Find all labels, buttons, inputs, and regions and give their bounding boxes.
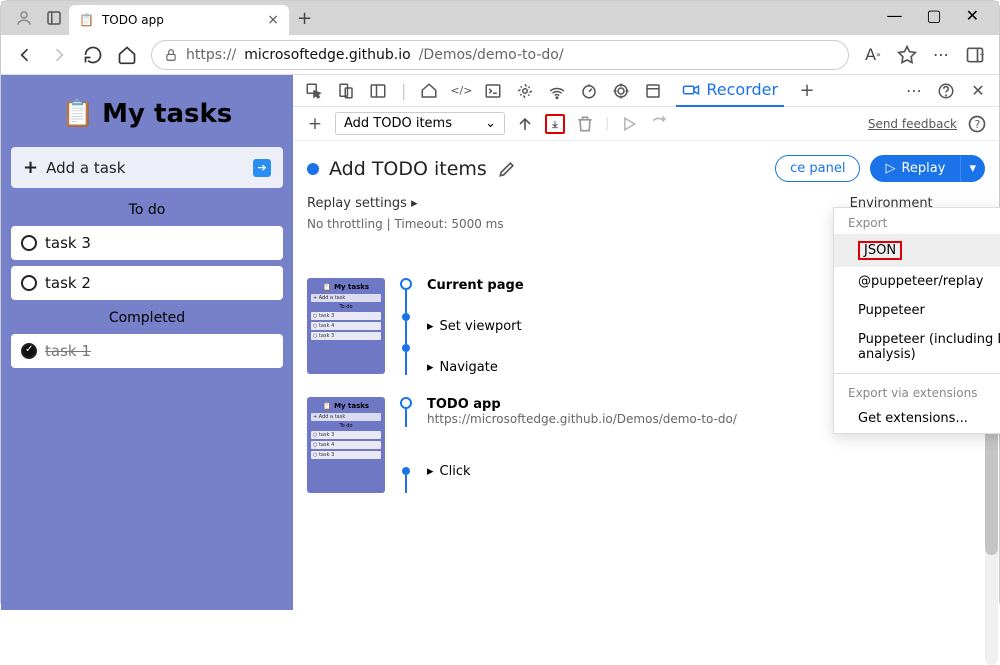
- url-path: /Demos/demo-to-do/: [419, 47, 564, 63]
- clipboard-icon: 📋: [62, 99, 94, 129]
- export-puppeteer-replay-item[interactable]: @puppeteer/replay: [834, 267, 1000, 296]
- checkbox-icon[interactable]: [21, 235, 37, 251]
- todo-header: To do: [11, 198, 283, 226]
- plus-icon: +: [23, 157, 38, 178]
- step-substep[interactable]: ▸Click: [427, 464, 955, 479]
- minimize-icon[interactable]: —: [886, 6, 902, 25]
- delete-icon[interactable]: [575, 114, 595, 134]
- elements-icon[interactable]: </>: [452, 82, 470, 100]
- edit-title-icon[interactable]: [497, 159, 517, 179]
- read-aloud-icon[interactable]: A»: [863, 45, 883, 65]
- submit-task-icon[interactable]: ➔: [253, 159, 271, 177]
- tabs-icon[interactable]: [45, 9, 63, 27]
- devtools-tabbar: | </> Recorder + ⋯ ✕: [293, 75, 999, 107]
- svg-text:?: ?: [975, 118, 981, 131]
- devtools-panel: | </> Recorder + ⋯ ✕ + Add TODO items: [293, 75, 999, 610]
- chevron-down-icon: ⌄: [485, 116, 496, 131]
- help-icon[interactable]: [937, 82, 955, 100]
- app-title: 📋 My tasks: [11, 85, 283, 147]
- completed-header: Completed: [11, 306, 283, 334]
- memory-icon[interactable]: [612, 82, 630, 100]
- get-extensions-item[interactable]: Get extensions...: [834, 404, 1000, 433]
- more-icon[interactable]: ⋯: [905, 82, 923, 100]
- recording-selector[interactable]: Add TODO items ⌄: [335, 112, 505, 135]
- export-puppeteer-lighthouse-item[interactable]: Puppeteer (including Lighthouse analysis…: [834, 325, 1000, 369]
- caret-right-icon: ▸: [427, 360, 434, 375]
- checkbox-icon[interactable]: [21, 275, 37, 291]
- url-host: microsoftedge.github.io: [244, 47, 411, 63]
- replay-button[interactable]: ▷Replay: [870, 155, 960, 182]
- welcome-icon[interactable]: [420, 82, 438, 100]
- lock-icon[interactable]: [164, 48, 178, 62]
- forward-icon: [49, 45, 69, 65]
- recorder-tab[interactable]: Recorder: [676, 75, 784, 107]
- add-tab-icon[interactable]: +: [798, 82, 816, 100]
- task-row[interactable]: task 3: [11, 226, 283, 260]
- new-recording-icon[interactable]: +: [305, 114, 325, 134]
- close-tab-icon[interactable]: ×: [267, 12, 279, 28]
- recording-title: Add TODO items: [329, 158, 487, 180]
- refresh-icon[interactable]: [83, 45, 103, 65]
- menu-header: Export: [834, 208, 1000, 234]
- step-thumbnail: 📋 My tasks + Add a task To do ○ task 3 ○…: [307, 278, 385, 374]
- svg-text:+: +: [979, 50, 985, 58]
- url-prefix: https://: [186, 47, 236, 63]
- browser-toolbar: https:// microsoftedge.github.io/Demos/de…: [1, 35, 999, 75]
- import-icon[interactable]: [515, 114, 535, 134]
- menu-icon[interactable]: ⋯: [931, 45, 951, 65]
- recorder-toolbar: + Add TODO items ⌄ | Send feedback ?: [293, 107, 999, 141]
- browser-tab[interactable]: 📋 TODO app ×: [69, 5, 289, 35]
- maximize-icon[interactable]: ▢: [926, 6, 941, 25]
- menu-header: Export via extensions: [834, 378, 1000, 404]
- console-icon[interactable]: [484, 82, 502, 100]
- caret-right-icon: ▸: [427, 319, 434, 334]
- caret-right-icon: ▸: [411, 196, 418, 211]
- replay-options-button[interactable]: ▾: [960, 155, 985, 182]
- panel-icon[interactable]: [369, 82, 387, 100]
- sources-icon[interactable]: [516, 82, 534, 100]
- favorite-icon[interactable]: [897, 45, 917, 65]
- export-icon[interactable]: [545, 114, 565, 134]
- replay-settings-toggle[interactable]: Replay settings ▸: [307, 196, 504, 211]
- add-task-input[interactable]: + Add a task ➔: [11, 147, 283, 188]
- tab-title: TODO app: [102, 13, 164, 27]
- recorder-icon: [682, 81, 700, 99]
- export-puppeteer-item[interactable]: Puppeteer: [834, 296, 1000, 325]
- recording-dot-icon: [307, 163, 319, 175]
- task-row[interactable]: task 2: [11, 266, 283, 300]
- browser-tab-strip: 📋 TODO app × + — ▢ ✕: [1, 1, 999, 35]
- close-window-icon[interactable]: ✕: [966, 6, 979, 25]
- checkbox-done-icon[interactable]: [21, 343, 37, 359]
- address-bar[interactable]: https:// microsoftedge.github.io/Demos/de…: [151, 40, 849, 70]
- export-menu: Export JSON @puppeteer/replay Puppeteer …: [833, 207, 1000, 434]
- close-devtools-icon[interactable]: ✕: [969, 82, 987, 100]
- todo-app: 📋 My tasks + Add a task ➔ To do task 3 t…: [1, 75, 293, 610]
- back-icon[interactable]: [15, 45, 35, 65]
- new-tab-button[interactable]: +: [289, 8, 320, 35]
- performance-icon[interactable]: [580, 82, 598, 100]
- send-feedback-link[interactable]: Send feedback: [868, 117, 957, 131]
- tab-favicon: 📋: [79, 13, 94, 27]
- play-step-icon[interactable]: [619, 114, 639, 134]
- performance-panel-button[interactable]: ce panel: [775, 155, 860, 182]
- step-icon[interactable]: [649, 114, 669, 134]
- task-row[interactable]: task 1: [11, 334, 283, 368]
- home-icon[interactable]: [117, 45, 137, 65]
- device-icon[interactable]: [337, 82, 355, 100]
- chevron-down-icon: ▾: [969, 161, 976, 176]
- export-json-item[interactable]: JSON: [834, 234, 1000, 267]
- recording-header: Add TODO items ce panel ▷Replay ▾: [293, 141, 999, 188]
- network-icon[interactable]: [548, 82, 566, 100]
- profile-icon[interactable]: [15, 9, 33, 27]
- play-icon: ▷: [885, 161, 895, 176]
- help-icon[interactable]: ?: [967, 114, 987, 134]
- sidebar-icon[interactable]: +: [965, 45, 985, 65]
- inspect-icon[interactable]: [305, 82, 323, 100]
- step-thumbnail: 📋 My tasks + Add a task To do ○ task 3 ○…: [307, 397, 385, 493]
- application-icon[interactable]: [644, 82, 662, 100]
- caret-right-icon: ▸: [427, 464, 434, 479]
